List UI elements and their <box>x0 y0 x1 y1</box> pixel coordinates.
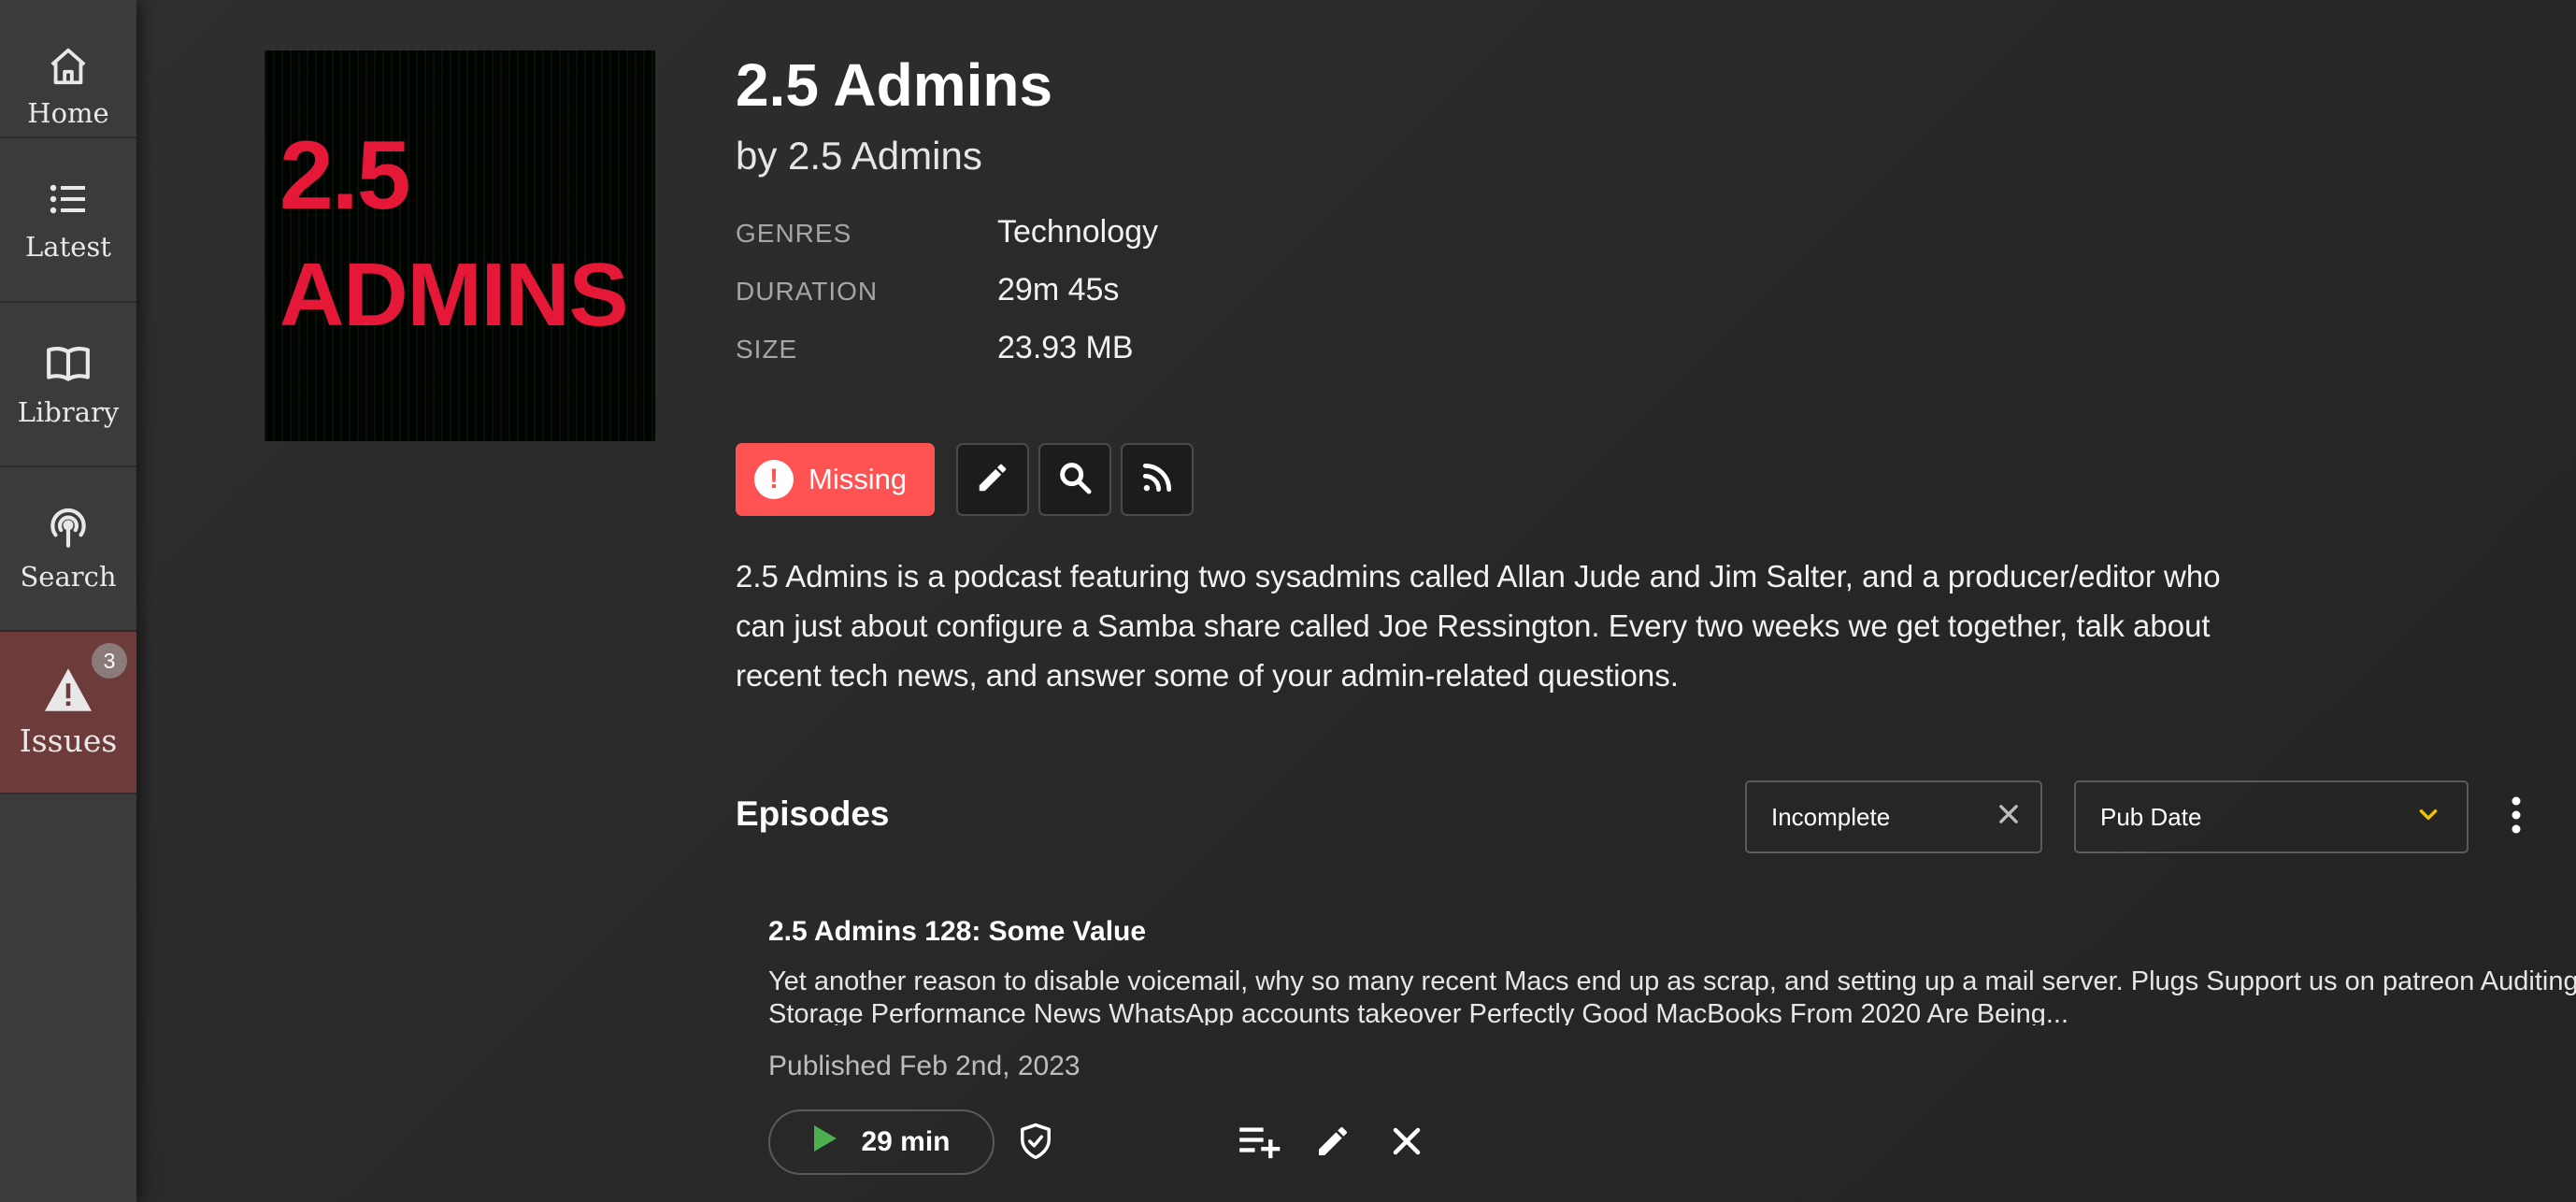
filter-value: Incomplete <box>1771 802 1891 831</box>
clear-filter-icon[interactable] <box>1996 801 2022 834</box>
podcast-cover-image: 2.5 ADMINS <box>265 50 655 441</box>
episode-published-date: Published Feb 2nd, 2023 <box>768 1051 1080 1081</box>
edit-button[interactable] <box>956 443 1029 516</box>
sidebar-item-home[interactable]: Home <box>0 0 136 138</box>
play-episode-button[interactable]: 29 min <box>768 1109 995 1175</box>
episode-filter-select[interactable]: Incomplete <box>1745 780 2042 853</box>
meta-label-genres: GENRES <box>736 219 852 248</box>
podcast-detail: 2.5 ADMINS 2.5 Admins by 2.5 Admins GENR… <box>136 0 2576 1202</box>
home-icon <box>47 45 90 88</box>
rss-feed-button[interactable] <box>1121 443 1194 516</box>
episodes-heading: Episodes <box>736 794 890 833</box>
playlist-add-icon <box>1238 1123 1282 1165</box>
meta-value-duration: 29m 45s <box>997 272 1120 308</box>
close-icon <box>1390 1124 1424 1163</box>
sidebar-item-library[interactable]: Library <box>0 303 136 467</box>
sidebar-item-issues[interactable]: 3 Issues <box>0 632 136 794</box>
meta-label-size: SIZE <box>736 335 798 364</box>
sidebar-item-search[interactable]: Search <box>0 467 136 632</box>
podcast-author[interactable]: by 2.5 Admins <box>736 134 982 179</box>
book-icon <box>45 340 92 387</box>
edit-episode-button[interactable] <box>1309 1119 1357 1167</box>
add-to-playlist-button[interactable] <box>1236 1119 1284 1167</box>
cover-logo-line1: 2.5 <box>279 122 411 230</box>
issues-count-badge: 3 <box>92 643 127 679</box>
more-vertical-icon <box>2511 795 2522 839</box>
shield-check-icon <box>1018 1122 1053 1166</box>
episode-description: Yet another reason to disable voicemail,… <box>768 966 2576 1025</box>
meta-value-genres[interactable]: Technology <box>997 214 1158 250</box>
sidebar-item-latest[interactable]: Latest <box>0 138 136 303</box>
sidebar-item-label: Library <box>17 396 120 428</box>
find-episodes-button[interactable] <box>1038 443 1111 516</box>
sidebar-item-label: Home <box>27 97 109 129</box>
missing-status-button[interactable]: ! Missing <box>736 443 935 516</box>
chevron-down-icon <box>2416 802 2440 833</box>
exclamation-icon: ! <box>754 460 794 499</box>
podcast-title: 2.5 Admins <box>736 51 1053 119</box>
sidebar-item-label: Latest <box>25 231 111 263</box>
warning-icon <box>42 666 94 713</box>
podcast-icon <box>45 505 92 551</box>
meta-value-size: 23.93 MB <box>997 330 1134 365</box>
episode-sort-select[interactable]: Pub Date <box>2074 780 2469 853</box>
edit-icon <box>975 460 1010 500</box>
edit-icon <box>1314 1123 1352 1165</box>
episode-duration: 29 min <box>861 1126 951 1157</box>
sidebar: Home Latest Library Search 3 Issues <box>0 0 136 1202</box>
meta-label-duration: DURATION <box>736 277 879 306</box>
episode-title[interactable]: 2.5 Admins 128: Some Value <box>768 916 1146 948</box>
cover-logo-line2: ADMINS <box>279 245 629 345</box>
app: Home Latest Library Search 3 Issues 2.5 … <box>0 0 2576 1202</box>
play-icon <box>812 1123 838 1161</box>
sidebar-item-label: Search <box>20 561 117 593</box>
rss-icon <box>1139 460 1175 500</box>
more-options-button[interactable] <box>2499 796 2533 837</box>
podcast-description: 2.5 Admins is a podcast featuring two sy… <box>736 559 2221 693</box>
missing-status-label: Missing <box>809 463 908 495</box>
sort-value: Pub Date <box>2100 802 2202 831</box>
mark-finished-button[interactable] <box>1011 1119 1060 1167</box>
remove-episode-button[interactable] <box>1382 1119 1431 1167</box>
sidebar-item-label: Issues <box>19 722 118 759</box>
list-icon <box>46 177 91 222</box>
search-icon <box>1056 459 1094 501</box>
